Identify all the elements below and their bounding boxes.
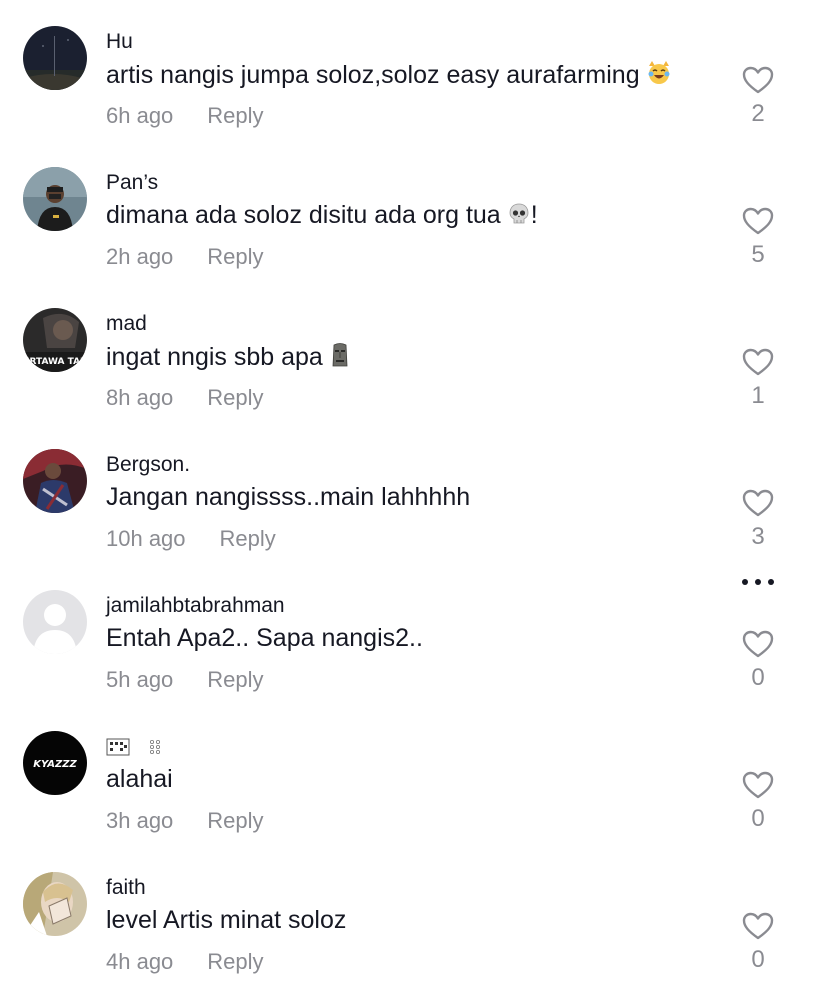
like-count: 5	[751, 241, 765, 268]
like-control	[740, 348, 776, 376]
comment-meta: 2h ago Reply	[106, 244, 264, 270]
avatar[interactable]: ERTAWA TAP	[23, 308, 87, 372]
comment-text-suffix: !	[530, 201, 538, 229]
comment-item: faith level Artis minat soloz 4h ago Repl…	[0, 846, 822, 987]
comment-meta: 5h ago Reply	[106, 667, 264, 693]
comment-text: alahai	[106, 765, 173, 794]
comment-text: Jangan nangissss..main lahhhhh	[106, 483, 470, 512]
reply-button[interactable]: Reply	[220, 526, 276, 551]
comment-text: ingat nngis sbb apa	[106, 342, 351, 375]
username[interactable]: Hu	[106, 30, 133, 54]
moai-icon	[329, 342, 351, 375]
comment-text-body: dimana ada soloz disitu ada org tua	[106, 201, 501, 229]
comment-item: jamilahbtabrahman Entah Apa2.. Sapa nang…	[0, 564, 822, 705]
comment-item: ERTAWA TAP mad ingat nngis sbb apa 8h ag…	[0, 282, 822, 423]
comment-text: Entah Apa2.. Sapa nangis2..	[106, 624, 423, 653]
comment-meta: 8h ago Reply	[106, 385, 264, 411]
comment-meta: 3h ago Reply	[106, 808, 264, 834]
comment-text-body: Jangan nangissss..main lahhhhh	[106, 483, 471, 511]
username[interactable]: faith	[106, 876, 146, 900]
comment-text-body: artis nangis jumpa soloz,soloz easy aura…	[106, 61, 640, 89]
comment-timestamp: 10h ago	[106, 526, 186, 551]
heart-icon[interactable]	[742, 489, 774, 517]
comment-text-body: Entah Apa2.. Sapa nangis2..	[106, 624, 423, 652]
avatar[interactable]	[23, 167, 87, 231]
heart-icon[interactable]	[742, 207, 774, 235]
crying-laughing-cat-icon	[646, 60, 672, 93]
like-control	[740, 489, 776, 517]
comment-text-body: ingat nngis sbb apa	[106, 343, 323, 371]
like-count: 3	[751, 523, 765, 550]
reply-button[interactable]: Reply	[207, 244, 263, 269]
comment-timestamp: 4h ago	[106, 949, 174, 974]
avatar[interactable]	[23, 449, 87, 513]
like-count: 2	[751, 100, 765, 127]
like-control	[740, 912, 776, 940]
like-count: 1	[751, 382, 765, 409]
like-control	[740, 66, 776, 94]
like-count: 0	[751, 946, 765, 973]
reply-button[interactable]: Reply	[207, 808, 263, 833]
avatar-caption: KYAZZZ	[33, 759, 77, 770]
heart-icon[interactable]	[742, 912, 774, 940]
reply-button[interactable]: Reply	[207, 385, 263, 410]
comment-timestamp: 5h ago	[106, 667, 174, 692]
comment-item: Pan’s dimana ada soloz disitu ada org tu…	[0, 141, 822, 282]
username[interactable]: Bergson.	[106, 453, 190, 477]
username[interactable]: mad	[106, 312, 147, 336]
heart-icon[interactable]	[742, 630, 774, 658]
comment-item: Hu artis nangis jumpa soloz,soloz easy a…	[0, 0, 822, 141]
avatar-caption: ERTAWA TAP	[23, 357, 87, 367]
comment-text-body: level Artis minat soloz	[106, 906, 347, 934]
heart-icon[interactable]	[742, 66, 774, 94]
comment-meta: 4h ago Reply	[106, 949, 264, 975]
comment-text: dimana ada soloz disitu ada org tua !	[106, 201, 538, 233]
comment-timestamp: 6h ago	[106, 103, 174, 128]
heart-icon[interactable]	[742, 771, 774, 799]
comment-item: KYAZZZ alahai 3h ago Reply 0	[0, 705, 822, 846]
comment-text: artis nangis jumpa soloz,soloz easy aura…	[106, 60, 672, 93]
username[interactable]: Pan’s	[106, 171, 158, 195]
comment-text-body: alahai	[106, 765, 173, 793]
avatar[interactable]	[23, 872, 87, 936]
comment-text: level Artis minat soloz	[106, 906, 346, 935]
comment-timestamp: 8h ago	[106, 385, 174, 410]
like-control	[740, 207, 776, 235]
username[interactable]: jamilahbtabrahman	[106, 594, 285, 618]
like-count: 0	[751, 664, 765, 691]
more-options-icon[interactable]	[741, 578, 775, 586]
avatar[interactable]	[23, 590, 87, 654]
like-control	[740, 771, 776, 799]
avatar[interactable]: KYAZZZ	[23, 731, 87, 795]
comment-item: Bergson. Jangan nangissss..main lahhhhh …	[0, 423, 822, 564]
heart-icon[interactable]	[742, 348, 774, 376]
comment-timestamp: 2h ago	[106, 244, 174, 269]
braille-glyph-icon	[106, 738, 130, 756]
reply-button[interactable]: Reply	[207, 103, 263, 128]
reply-button[interactable]: Reply	[207, 667, 263, 692]
avatar[interactable]	[23, 26, 87, 90]
braille-dots-icon	[149, 740, 160, 755]
comment-meta: 6h ago Reply	[106, 103, 264, 129]
like-control	[740, 630, 776, 658]
comment-meta: 10h ago Reply	[106, 526, 276, 552]
username[interactable]	[106, 735, 162, 759]
like-count: 0	[751, 805, 765, 832]
comment-timestamp: 3h ago	[106, 808, 174, 833]
reply-button[interactable]: Reply	[207, 949, 263, 974]
skull-icon	[507, 202, 531, 233]
